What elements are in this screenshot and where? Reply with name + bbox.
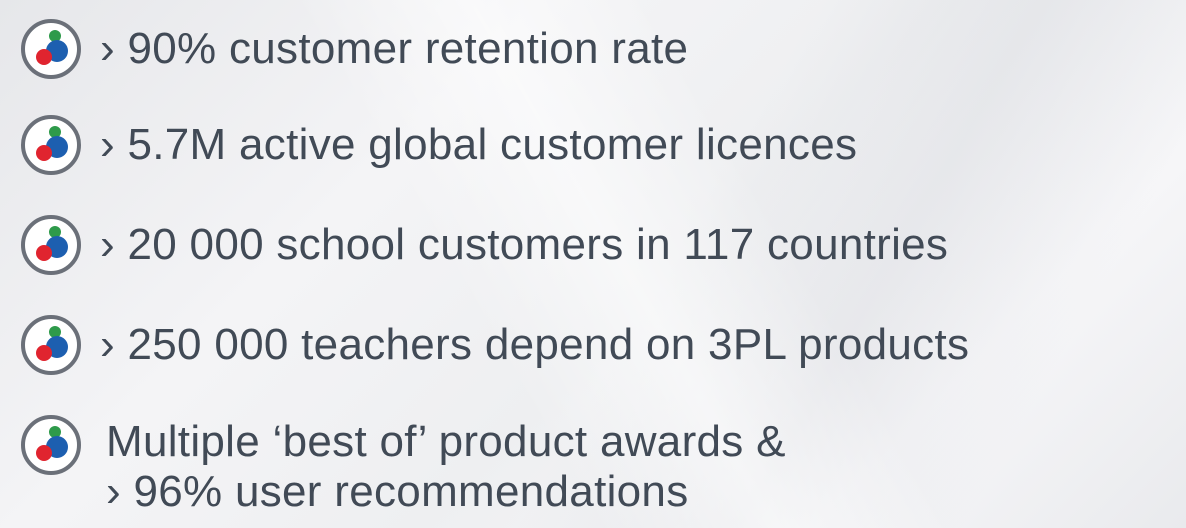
stat-text: › 90% customer retention rate	[100, 24, 689, 73]
stat-text-line: Multiple ‘best of’ product awards &	[106, 417, 786, 466]
stat-text-line: › 96% user recommendations	[106, 467, 689, 516]
stat-item-licences: › 5.7M active global customer licences	[20, 114, 857, 176]
stat-text: › 5.7M active global customer licences	[100, 120, 858, 169]
stat-text: › 20 000 school customers in 117 countri…	[100, 220, 949, 269]
stat-item-retention: › 90% customer retention rate	[20, 18, 688, 80]
stat-item-school-customers: › 20 000 school customers in 117 countri…	[20, 214, 948, 276]
colored-dots-badge-icon	[21, 115, 81, 175]
stat-item-awards: Multiple ‘best of’ product awards & › 96…	[20, 414, 786, 518]
colored-dots-badge-icon	[21, 315, 81, 375]
colored-dots-badge-icon	[21, 215, 81, 275]
colored-dots-badge-icon	[21, 19, 81, 79]
stats-list: › 90% customer retention rate › 5.7M act…	[0, 0, 1186, 528]
colored-dots-badge-icon	[21, 415, 81, 475]
stat-text: › 250 000 teachers depend on 3PL product…	[100, 320, 970, 369]
stat-item-teachers: › 250 000 teachers depend on 3PL product…	[20, 314, 969, 376]
stat-text-multiline: Multiple ‘best of’ product awards & › 96…	[106, 416, 786, 518]
